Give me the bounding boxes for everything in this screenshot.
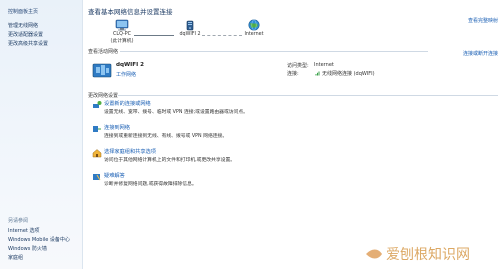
task-setup-connection-desc: 设置无线、宽带、拨号、临时或 VPN 连接;或设置路由器或访问点。: [104, 110, 248, 115]
homegroup-icon: [92, 149, 102, 158]
sidebar-item-manage-wireless[interactable]: 管理无线网络: [8, 22, 38, 29]
section-divider: [118, 95, 498, 96]
sidebar: 控制面板主页 管理无线网络 更改适配器设置 更改高级共享设置 另请参阅 Inte…: [0, 0, 83, 269]
task-connect-network[interactable]: 连接到网络: [104, 124, 130, 131]
access-type-label: 访问类型:: [287, 63, 309, 69]
task-connect-network-desc: 连接到或重新连接到无线、有线、拨号或 VPN 网络连接。: [104, 134, 228, 139]
sidebar-item-advanced-sharing[interactable]: 更改高级共享设置: [8, 40, 48, 47]
network-setup-icon: [93, 101, 102, 108]
sidebar-item-internet-options[interactable]: Internet 选项: [8, 227, 39, 234]
connection-label: 连接:: [287, 71, 299, 77]
connect-network-icon: [93, 126, 101, 132]
task-homegroup-sharing[interactable]: 选择家庭组和共享选项: [104, 148, 156, 155]
globe-icon: [248, 19, 260, 31]
active-networks-heading: 查看活动网络: [88, 49, 119, 55]
network-type-link[interactable]: 工作网络: [116, 71, 136, 78]
page-title: 查看基本网络信息并设置连接: [88, 8, 173, 16]
watermark-text: 爱刨根知识网: [386, 246, 470, 263]
troubleshoot-icon: [93, 174, 101, 181]
sidebar-item-adapter-settings[interactable]: 更改适配器设置: [8, 31, 43, 38]
task-troubleshoot-desc: 诊断并修复网络问题,或获得故障排除信息。: [104, 182, 197, 187]
see-also-heading: 另请参阅: [8, 218, 29, 224]
sidebar-item-windows-mobile[interactable]: Windows Mobile 设备中心: [8, 236, 70, 243]
task-troubleshoot[interactable]: 疑难解答: [104, 172, 125, 179]
main-content: 查看基本网络信息并设置连接 查看完整映射 CLQ-PC (此计算机) dqWIF…: [84, 0, 500, 269]
router-icon: [186, 20, 194, 31]
node-computer-sub: (此计算机): [110, 39, 134, 44]
view-full-map-link[interactable]: 查看完整映射: [468, 17, 498, 24]
connect-disconnect-link[interactable]: 连接或断开连接: [463, 50, 498, 57]
task-setup-connection[interactable]: 设置新的连接或网络: [104, 100, 151, 107]
node-internet[interactable]: Internet: [236, 19, 272, 37]
watermark: 爱刨根知识网: [364, 242, 498, 266]
watermark-logo: 爱刨根知识网: [364, 242, 498, 266]
node-internet-name: Internet: [244, 32, 264, 37]
network-icon[interactable]: [92, 61, 112, 79]
connection-link[interactable]: 无线网络连接 (dqWIFI): [322, 70, 375, 77]
change-settings-heading: 更改网络设置: [88, 93, 119, 99]
access-type-value: Internet: [314, 62, 334, 68]
network-name: dqWIFI 2: [116, 62, 145, 68]
computer-icon: [115, 19, 129, 31]
sidebar-item-homegroup[interactable]: 家庭组: [8, 254, 23, 261]
link-line: [134, 35, 174, 36]
section-divider: [120, 51, 428, 52]
sidebar-item-control-panel-home[interactable]: 控制面板主页: [8, 8, 38, 15]
sidebar-item-firewall[interactable]: Windows 防火墙: [8, 245, 47, 252]
wifi-signal-icon: [315, 71, 320, 76]
node-computer[interactable]: CLQ-PC (此计算机): [104, 19, 140, 44]
task-homegroup-sharing-desc: 访问位于其他网络计算机上的文件和打印机,或更改共享设置。: [104, 158, 236, 163]
